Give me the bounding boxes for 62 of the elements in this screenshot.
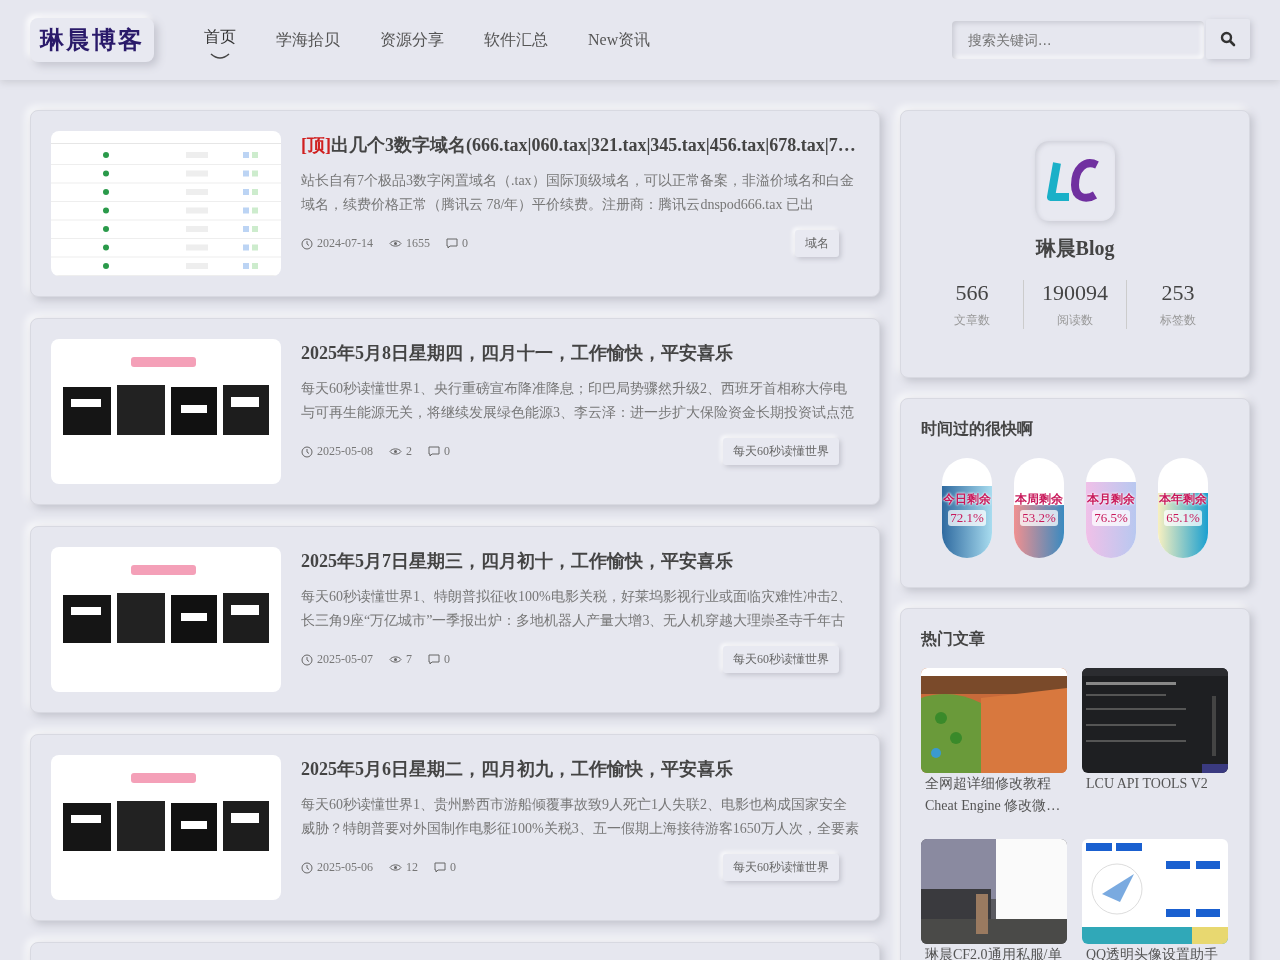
comment-icon [434,862,446,873]
nav-link[interactable]: New资讯 [588,20,651,60]
comment-count: 0 [444,444,450,459]
clock-icon [301,653,313,666]
nav-link[interactable]: 首页 [204,20,236,60]
eye-icon [389,863,402,872]
view-count: 12 [406,860,418,875]
post-date: 2025-05-06 [317,860,373,875]
post-excerpt: 站长自有7个极品3数字闲置域名（.tax）国际顶级域名，可以正常备案，非溢价域名和白金域名，续费价格正常（腾讯云 78/年）平价续费。注册商：腾讯云dnspod666.tax 已出 [301,172,855,214]
capsule-label: 本月剩余 [1087,490,1135,508]
clock-icon [301,237,313,250]
comment-icon [428,654,440,665]
comment-icon [428,446,440,457]
post-title[interactable]: 2025年5月7日星期三，四月初十，工作愉快，平安喜乐 [301,549,859,573]
stat-label: 阅读数 [1056,312,1094,329]
search-field[interactable]: 搜索关键词... [952,21,1204,59]
site-logo[interactable]: 琳晨博客 [30,18,154,62]
view-count: 1655 [406,236,430,251]
capsule-label: 本周剩余 [1015,490,1063,508]
widget-title: 时间过的很快啊 [921,419,1034,439]
view-count: 7 [406,652,412,667]
comment-count: 0 [444,652,450,667]
article-title[interactable]: LCU API TOOLS V2 [1082,773,1228,795]
post-excerpt: 每天60秒读懂世界1、特朗普拟征收100%电影关税，好莱坞影视行业或面临灾难性冲击2、长三角9座“万亿城市”一季报出炉：多地机器人产量大增3、无人机穿越大理崇圣寺千年古 [301,588,853,630]
eye-icon [389,447,402,456]
article-title[interactable]: 全网超详细修改教程Cheat Engine 修改微… [921,773,1067,817]
comment-count: 0 [462,236,468,251]
clock-icon [301,861,313,874]
capsule-label: 本年剩余 [1159,490,1207,508]
comment-count: 0 [450,860,456,875]
tag-chip[interactable]: 每天60秒读懂世界 [723,854,839,881]
tag-chip[interactable]: 每天60秒读懂世界 [723,438,839,465]
view-count: 2 [406,444,412,459]
clock-icon [301,445,313,458]
eye-icon [389,239,402,248]
capsule-label: 今日剩余 [943,490,991,508]
underline-icon [210,53,230,60]
pinned-label: [顶] [301,135,331,155]
search-icon [1220,31,1236,47]
widget-title: 热门文章 [921,629,986,649]
stat-value: 253 [1160,280,1196,306]
nav-link[interactable]: 软件汇总 [484,20,548,60]
post-date: 2025-05-07 [317,652,373,667]
post-excerpt: 每天60秒读懂世界1、贵州黔西市游船倾覆事故致9人死亡1人失联2、电影也构成国家安全威胁？特朗普要对外国制作电影征100%关税3、五一假期上海接待游客1650万人次，全要素 [301,796,859,838]
tag-chip[interactable]: 每天60秒读懂世界 [723,646,839,673]
nav-link[interactable]: 学海拾贝 [276,20,340,60]
stat-label: 标签数 [1159,312,1197,329]
post-excerpt: 每天60秒读懂世界1、央行重磅宣布降准降息；印巴局势骤然升级2、西班牙首相称大停电与可再生能源无关，将继续发展绿色能源3、李云泽：进一步扩大保险资金长期投资试点范 [301,380,855,422]
comment-icon [446,238,458,249]
post-title[interactable]: [顶]出几个3数字域名(666.tax|060.tax|321.tax|345.tax|456.tax|678.tax|7… [301,133,859,157]
stat-value: 566 [954,280,990,306]
search-button[interactable] [1206,19,1250,59]
post-title[interactable]: 2025年5月8日星期四，四月十一，工作愉快，平安喜乐 [301,341,859,365]
eye-icon [389,655,402,664]
tag-chip[interactable]: 域名 [795,230,839,257]
nav-link[interactable]: 资源分享 [380,20,444,60]
post-date: 2025-05-08 [317,444,373,459]
stat-value: 190094 [1041,280,1109,306]
post-title[interactable]: 2025年5月6日星期二，四月初九，工作愉快，平安喜乐 [301,757,859,781]
post-date: 2024-07-14 [317,236,373,251]
blog-name: 琳晨Blog [1035,236,1115,262]
stat-label: 文章数 [953,312,991,329]
